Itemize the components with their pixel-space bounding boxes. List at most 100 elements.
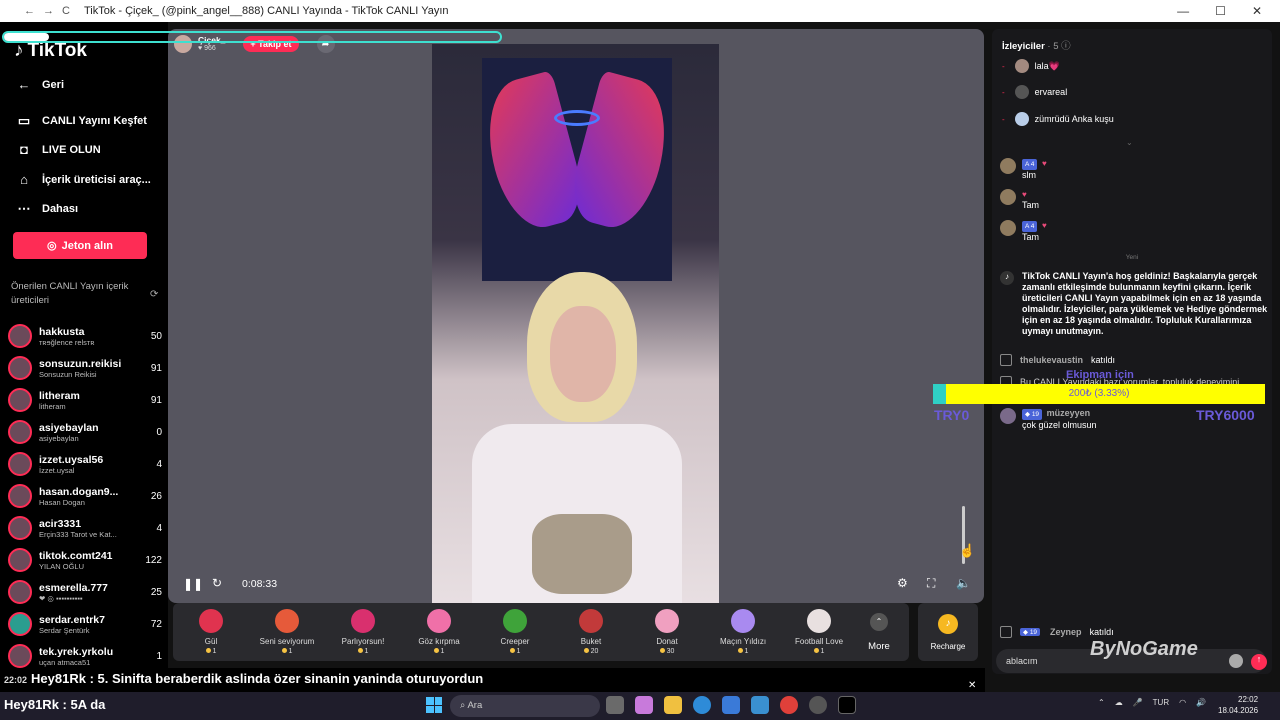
nav-back[interactable]: ← Geri xyxy=(16,77,65,92)
viewer-count: 91 xyxy=(150,362,162,374)
viewer-row[interactable]: - lala💗 xyxy=(1002,59,1060,73)
chevron-up-icon[interactable]: ⌃ xyxy=(1098,698,1105,707)
avatar xyxy=(1000,408,1016,424)
back-icon[interactable]: ← xyxy=(24,5,35,17)
avatar xyxy=(1000,189,1016,205)
gift-item[interactable]: Seni seviyorum 1 xyxy=(249,609,325,655)
cloud-icon[interactable]: ☁ xyxy=(1115,698,1123,707)
recharge-button[interactable]: ♪ Recharge xyxy=(918,603,978,661)
gift-item[interactable]: Donat 30 xyxy=(629,609,705,655)
gift-item[interactable]: Maçın Yıldızı 1 xyxy=(705,609,781,655)
gift-name: Football Love xyxy=(794,637,844,646)
live-tv-icon: ▭ xyxy=(17,113,31,128)
viewer-row[interactable]: - ervareal xyxy=(1002,85,1067,99)
refresh-stream-icon[interactable]: ↻ xyxy=(212,576,222,590)
chrome-icon[interactable] xyxy=(780,696,798,714)
refresh-icon[interactable]: ⟳ xyxy=(150,289,158,300)
user-name[interactable]: thelukevaustin xyxy=(1020,355,1083,365)
nav-more[interactable]: ⋯ Dahası xyxy=(16,201,79,217)
gift-name: Parlıyorsun! xyxy=(341,637,385,646)
coin-icon: ◎ xyxy=(47,240,57,252)
live-video-player[interactable]: Çiçek_ ♥ 966 + Takip et ➦ ❚❚ ↻ 0:08:33 ⚙… xyxy=(168,29,984,603)
suggested-creator-row[interactable]: hasan.dogan9... Hasan Dogan 26 xyxy=(8,480,162,512)
speaker-icon[interactable]: 🔊 xyxy=(1196,698,1206,707)
creator-name: esmerella.777 xyxy=(39,581,108,594)
emoji-icon[interactable] xyxy=(1229,654,1243,668)
creator-name: acir3331 xyxy=(39,517,82,530)
avatar xyxy=(1000,220,1016,236)
fullscreen-icon[interactable]: ⛶ xyxy=(927,576,935,591)
gift-item[interactable]: Parlıyorsun! 1 xyxy=(325,609,401,655)
forward-icon[interactable]: → xyxy=(43,5,54,17)
send-icon[interactable]: ↑ xyxy=(1251,654,1267,670)
reload-icon[interactable]: C xyxy=(62,5,70,17)
creator-subtitle: asiyebaylan xyxy=(39,433,79,443)
user-name[interactable]: müzeyyen xyxy=(1047,408,1091,418)
streamer-face xyxy=(550,306,616,402)
edge-icon[interactable] xyxy=(693,696,711,714)
viewer-row[interactable]: - zümrüdü Anka kuşu xyxy=(1002,112,1114,126)
gift-name: Maçın Yıldızı xyxy=(719,637,767,646)
suggested-creator-row[interactable]: litheram litheram 91 xyxy=(8,384,162,416)
suggested-creator-row[interactable]: acir3331 Erçin333 Tarot ve Kat... 4 xyxy=(8,512,162,544)
join-label: katıldı xyxy=(1089,627,1114,637)
taskbar-search[interactable]: ⌕ Ara xyxy=(450,695,600,717)
nav-go-live[interactable]: ◘ LIVE OLUN xyxy=(16,142,101,157)
help-icon[interactable]: ⓘ xyxy=(1061,41,1071,52)
avatar xyxy=(1014,85,1029,99)
store-icon[interactable] xyxy=(722,696,740,714)
gift-icon xyxy=(579,609,603,633)
more-gifts-button[interactable]: ⌃ More xyxy=(857,612,901,652)
gift-price: 1 xyxy=(282,648,293,655)
pause-icon[interactable]: ❚❚ xyxy=(183,577,203,591)
suggested-creator-row[interactable]: sonsuzun.reikisi Sonsuzun Reikisi 91 xyxy=(8,352,162,384)
nav-explore-live[interactable]: ▭ CANLI Yayını Keşfet xyxy=(16,113,147,129)
file-explorer-icon[interactable] xyxy=(664,696,682,714)
creator-subtitle: litheram xyxy=(39,401,66,411)
suggested-creator-row[interactable]: tiktok.comt241 YILAN OĞLU 122 xyxy=(8,544,162,576)
gift-item[interactable]: Buket 20 xyxy=(553,609,629,655)
copilot-icon[interactable] xyxy=(635,696,653,714)
volume-icon[interactable]: 🔈 xyxy=(956,576,971,590)
gift-item[interactable]: Gül 1 xyxy=(173,609,249,655)
suggested-creator-row[interactable]: esmerella.777 ❤︎ ◎ ▪▪▪▪▪▪▪▪▪▪ 25 xyxy=(8,576,162,608)
mail-icon[interactable] xyxy=(751,696,769,714)
suggested-creator-row[interactable]: asiyebaylan asiyebaylan 0 xyxy=(8,416,162,448)
chat-message: A 4 ♥ slm xyxy=(1000,158,1265,181)
nav-creator-tools[interactable]: ⌂ İçerik üreticisi araç... xyxy=(16,172,151,187)
tiktok-logo[interactable]: ♪ TikTok xyxy=(14,40,87,62)
gift-item[interactable]: Göz kırpma 1 xyxy=(401,609,477,655)
gift-item[interactable]: Football Love 1 xyxy=(781,609,857,655)
wifi-icon[interactable]: ◠ xyxy=(1179,698,1186,707)
get-coins-button[interactable]: ◎ Jeton alın xyxy=(13,232,147,259)
settings-icon[interactable]: ⚙ xyxy=(897,576,908,590)
suggested-creators-title: Önerilen CANLI Yayın içerik üreticileri xyxy=(11,281,129,306)
gift-name: Donat xyxy=(656,637,678,646)
viewer-count: 0 xyxy=(156,426,162,438)
system-tray: ⌃ ☁ 🎤 TUR ◠ 🔊 xyxy=(1098,698,1206,707)
minimize-button[interactable]: — xyxy=(1177,4,1189,18)
user-name[interactable]: Zeynep xyxy=(1050,627,1082,637)
suggested-creator-row[interactable]: izzet.uysal56 İzzet.uysal 4 xyxy=(8,448,162,480)
creator-name: hasan.dogan9... xyxy=(39,485,119,498)
tiktok-app-icon[interactable] xyxy=(838,696,856,714)
overlay-text: Hey81Rk : 5. Sinifta beraberdik aslinda … xyxy=(31,671,484,686)
suggested-creator-row[interactable]: hakkusta ᴛʀɘğlence relsᴛʀ 50 xyxy=(8,320,162,352)
taskbar-clock[interactable]: 22:02 18.04.2026 xyxy=(1218,694,1258,716)
goal-fill xyxy=(933,384,947,404)
creator-subtitle: ᴛʀɘğlence relsᴛʀ xyxy=(39,337,95,347)
new-divider: Yeni xyxy=(1125,254,1139,261)
windows-start-icon[interactable] xyxy=(426,697,442,713)
close-window-button[interactable]: ✕ xyxy=(1252,4,1262,18)
microphone-icon[interactable]: 🎤 xyxy=(1133,698,1143,707)
language-indicator[interactable]: TUR xyxy=(1153,698,1169,707)
suggested-creator-row[interactable]: serdar.entrk7 Serdar Şentürk 72 xyxy=(8,608,162,640)
maximize-button[interactable]: ☐ xyxy=(1215,4,1226,18)
chevron-down-icon[interactable]: ⌄ xyxy=(1126,138,1133,147)
app-icon[interactable] xyxy=(809,696,827,714)
gift-item[interactable]: Creeper 1 xyxy=(477,609,553,655)
message-text: slm xyxy=(1022,170,1036,180)
task-view-icon[interactable] xyxy=(606,696,624,714)
viewer-name: zümrüdü Anka kuşu xyxy=(1034,114,1114,124)
close-icon[interactable]: ✕ xyxy=(968,680,976,691)
